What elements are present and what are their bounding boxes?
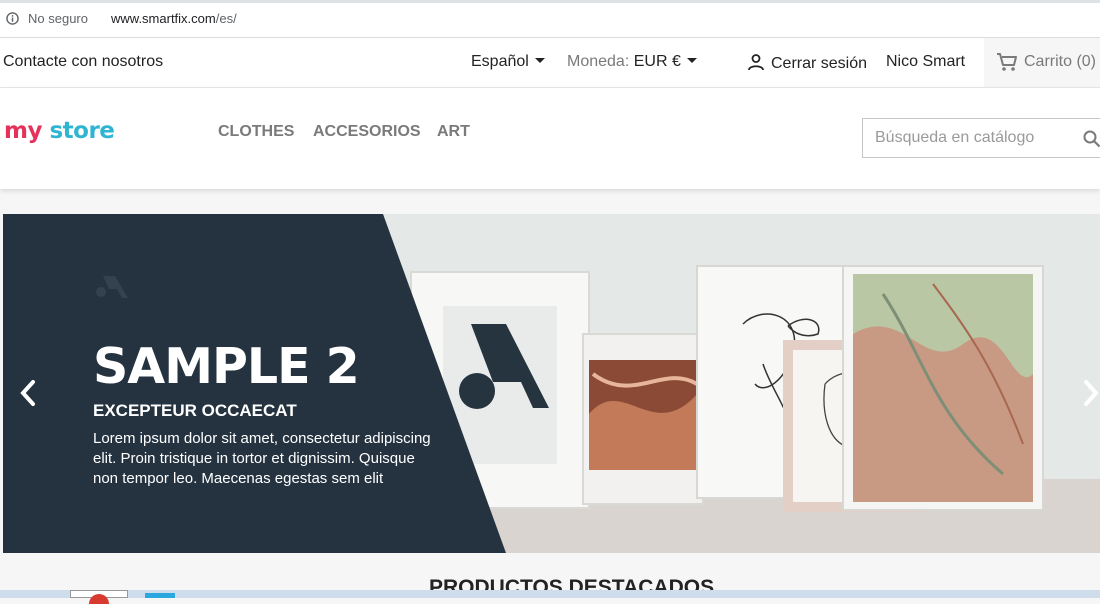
taskbar-app-button[interactable] [70,590,128,604]
slide-subtitle: EXCEPTEUR OCCAECAT [93,401,297,420]
chevron-left-icon[interactable] [17,378,39,408]
chevron-down-icon [534,58,545,64]
slide-title: SAMPLE 2 [93,338,360,395]
currency-value: EUR € [633,53,681,70]
currency-label: Moneda: [567,53,630,70]
menu-clothes[interactable]: CLOTHES [218,123,294,141]
site-header: my store CLOTHES ACCESORIOS ART [0,88,1100,189]
search-box [862,118,1100,158]
taskbar [0,590,1100,604]
logout-link[interactable]: Cerrar sesión [747,53,867,73]
currency-selector[interactable]: Moneda: EUR € [567,53,697,71]
menu-accesorios[interactable]: ACCESORIOS [313,123,421,141]
contact-link[interactable]: Contacte con nosotros [3,53,163,71]
browser-address-bar: No seguro www.smartfix.com/es/ [0,0,1100,38]
url-host: www.smartfix.com [111,11,216,26]
slide-description: Lorem ipsum dolor sit amet, consectetur … [93,430,431,487]
store-logo[interactable]: my store [4,118,115,144]
logout-label: Cerrar sesión [771,55,868,72]
cart-icon [997,53,1017,71]
logo-part-2: store [41,118,115,144]
language-selector[interactable]: Español [471,53,545,71]
chevron-down-icon [686,58,697,64]
browser-tab-strip [0,0,1100,3]
security-label[interactable]: No seguro [28,11,88,26]
url-field[interactable]: www.smartfix.com/es/ [111,11,237,26]
app-icon [89,594,109,604]
url-path: /es/ [215,11,237,26]
cart-button[interactable]: Carrito (0) [984,38,1100,87]
language-label: Español [471,53,529,70]
slide-caption: SAMPLE 2 EXCEPTEUR OCCAECAT Lorem ipsum … [93,342,433,489]
menu-art[interactable]: ART [437,123,470,141]
search-input[interactable] [873,119,1077,157]
search-icon[interactable] [1083,130,1100,148]
info-icon[interactable] [6,12,19,25]
hero-carousel: SAMPLE 2 EXCEPTEUR OCCAECAT Lorem ipsum … [3,214,1100,553]
top-nav: Contacte con nosotros Español Moneda: EU… [0,38,1100,88]
cart-label: Carrito (0) [1024,53,1097,70]
logo-part-1: my [4,118,42,144]
taskbar-app-button[interactable] [145,593,175,598]
user-account-link[interactable]: Nico Smart [886,53,965,71]
chevron-right-icon[interactable] [1080,378,1100,408]
person-icon [748,54,764,71]
